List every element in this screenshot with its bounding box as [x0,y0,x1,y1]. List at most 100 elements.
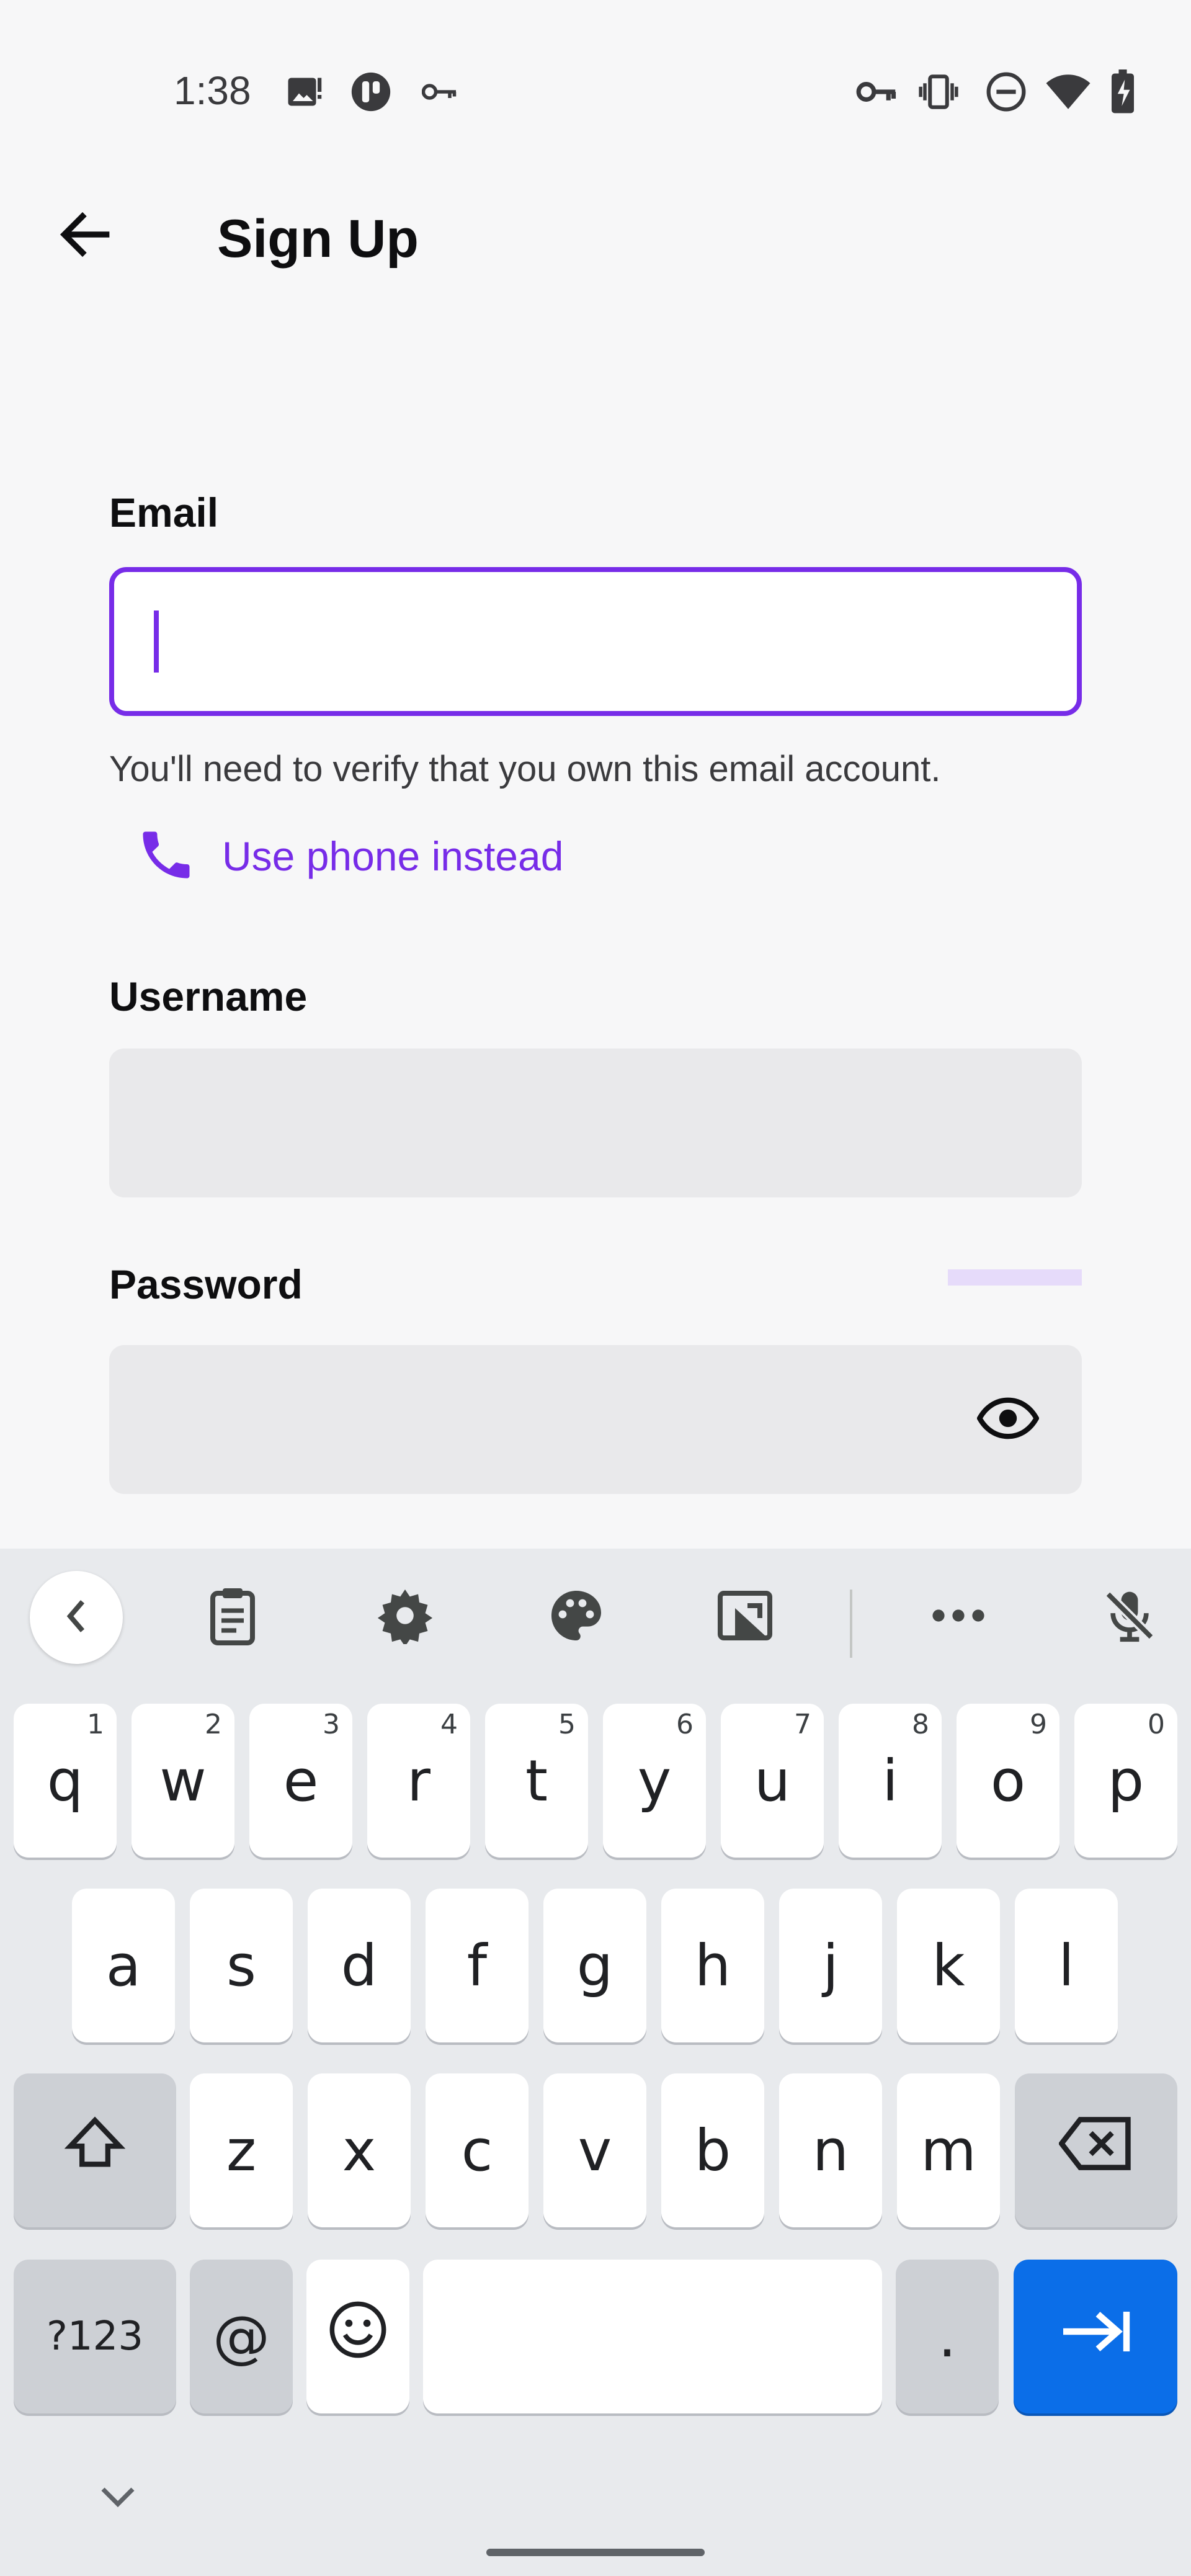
key[interactable]: g [543,1889,646,2042]
use-phone-instead-link[interactable]: Use phone instead [135,822,563,890]
key-number-hint: 9 [1030,1709,1047,1740]
key[interactable]: w2 [132,1704,234,1858]
onscreen-keyboard: ?123 @ . q1w2e3r4t5y6u7i8o9p0asdfghjklzx… [0,1549,1191,2576]
app-circle-icon [349,69,393,114]
key[interactable]: c [426,2073,529,2227]
toolbar-divider [850,1590,852,1658]
eye-icon [976,1397,1040,1443]
space-key[interactable] [423,2260,882,2413]
key-label: m [921,2117,976,2184]
key[interactable]: s [190,1889,293,2042]
key[interactable]: m [897,2073,1000,2227]
mic-off-icon [1101,1586,1158,1648]
key[interactable]: h [661,1889,764,2042]
email-hint: You'll need to verify that you own this … [109,749,941,789]
key-label: t [525,1747,548,1814]
password-label: Password [109,1261,303,1307]
key[interactable]: a [72,1889,175,2042]
key-label: a [105,1932,141,1999]
backspace-key[interactable] [1015,2073,1177,2227]
key[interactable]: q1 [14,1704,117,1858]
key[interactable]: y6 [603,1704,706,1858]
keyboard-toolbar [0,1549,1191,1685]
hide-keyboard-button[interactable] [87,2473,149,2523]
key-label: y [637,1747,672,1814]
more-options-button[interactable] [912,1573,1005,1660]
phone-icon [135,824,197,889]
settings-button[interactable] [359,1573,452,1660]
key[interactable]: d [308,1889,411,2042]
key[interactable]: l [1015,1889,1118,2042]
key[interactable]: e3 [249,1704,352,1858]
key[interactable]: t5 [485,1704,588,1858]
key[interactable]: z [190,2073,293,2227]
key[interactable]: p0 [1074,1704,1177,1858]
key-label: k [932,1932,965,1999]
key-label: l [1058,1932,1074,1999]
toolbar-collapse-button[interactable] [30,1571,123,1664]
password-field[interactable] [109,1345,1082,1494]
key-label: x [342,2117,377,2184]
key-label: g [576,1932,613,1999]
key[interactable]: n [779,2073,882,2227]
key-label: f [466,1932,488,1999]
shift-icon [64,2113,126,2188]
key[interactable]: u7 [721,1704,824,1858]
key-icon [421,72,460,112]
use-phone-instead-label: Use phone instead [222,833,564,879]
key-label: j [823,1932,839,1999]
shift-key[interactable] [14,2073,176,2227]
clipboard-icon [208,1586,257,1648]
key-label: h [694,1932,731,1999]
key-label: e [283,1747,319,1814]
username-field[interactable] [109,1049,1082,1197]
period-key[interactable]: . [896,2260,999,2413]
email-label: Email [109,490,219,535]
clipboard-button[interactable] [186,1573,279,1660]
key-number-hint: 8 [912,1709,929,1740]
gear-icon [377,1587,434,1647]
voice-input-button[interactable] [1083,1573,1176,1660]
key[interactable]: b [661,2073,764,2227]
show-password-button[interactable] [968,1382,1048,1457]
email-field[interactable] [109,567,1082,716]
symbols-key[interactable]: ?123 [14,2260,176,2413]
key[interactable]: o9 [957,1704,1059,1858]
image-icon [285,72,325,112]
page-title: Sign Up [217,209,419,269]
password-strength-bar [948,1269,1082,1286]
vpn-key-icon [855,72,898,112]
key-label: b [694,2117,731,2184]
tab-arrow-icon [1058,2304,1133,2370]
key-number-hint: 7 [794,1709,811,1740]
key-label: i [882,1747,898,1814]
key[interactable]: v [543,2073,646,2227]
key[interactable]: f [426,1889,529,2042]
key-label: w [159,1747,207,1814]
key-label: u [754,1747,791,1814]
key-label: n [812,2117,849,2184]
gesture-nav-handle[interactable] [486,2549,705,2556]
emoji-key[interactable] [306,2260,409,2413]
key[interactable]: j [779,1889,882,2042]
vibrate-icon [917,68,960,115]
key[interactable]: r4 [367,1704,470,1858]
key[interactable]: k [897,1889,1000,2042]
back-button[interactable] [50,199,124,273]
key-label: q [47,1747,84,1814]
key[interactable]: x [308,2073,411,2227]
at-key[interactable]: @ [190,2260,293,2413]
more-horiz-icon [929,1606,988,1628]
backspace-icon [1058,2116,1133,2185]
key-label: o [990,1747,1026,1814]
do-not-disturb-icon [984,68,1028,115]
key-number-hint: 0 [1148,1709,1165,1740]
text-cursor [154,610,159,673]
theme-button[interactable] [530,1573,623,1660]
key-label: p [1107,1747,1144,1814]
status-time: 1:38 [174,68,251,113]
arrow-left-icon [59,210,115,262]
next-field-key[interactable] [1014,2260,1177,2413]
key[interactable]: i8 [839,1704,942,1858]
floating-keyboard-button[interactable] [698,1573,792,1660]
